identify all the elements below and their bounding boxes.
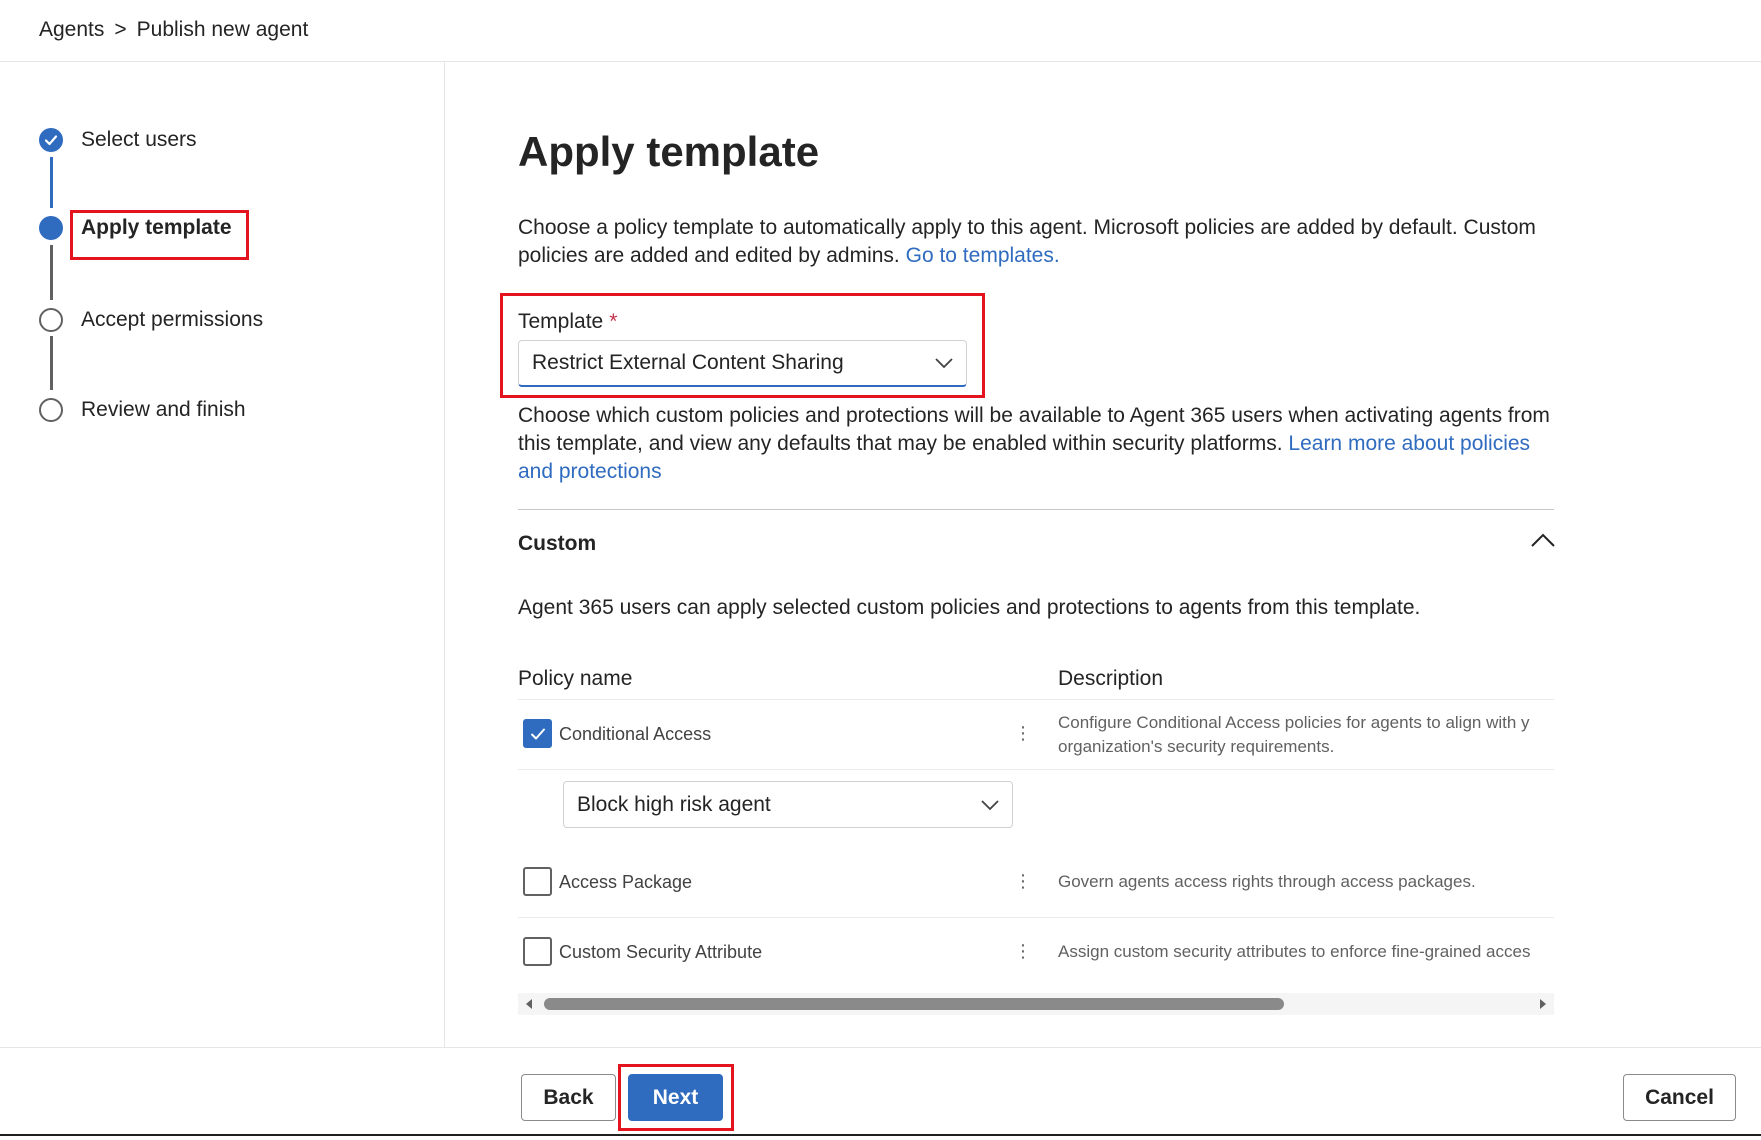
scroll-left-arrow-icon[interactable]	[524, 998, 534, 1010]
conditional-access-policy-dropdown[interactable]: Block high risk agent	[563, 781, 1013, 828]
step-apply-template[interactable]: Apply template	[39, 216, 232, 240]
step-review-and-finish[interactable]: Review and finish	[39, 398, 246, 422]
step-pending-icon	[39, 398, 63, 422]
highlight-current-step	[70, 210, 249, 260]
step-connector	[50, 157, 53, 208]
step-connector	[50, 336, 53, 390]
row-divider	[518, 769, 1554, 770]
step-label: Accept permissions	[81, 308, 264, 331]
policy-description-line: Govern agents access rights through acce…	[1058, 872, 1476, 891]
policy-description-line: organization's security requirements.	[1058, 737, 1335, 756]
highlight-next-button	[618, 1064, 734, 1131]
step-current-icon	[39, 216, 63, 240]
conditional-access-checkbox[interactable]	[523, 719, 552, 748]
custom-section-description: Agent 365 users can apply selected custo…	[518, 596, 1421, 619]
highlight-template-field	[500, 293, 985, 398]
policy-description: Configure Conditional Access policies fo…	[1058, 711, 1554, 759]
more-options-icon[interactable]: ⋮	[1014, 724, 1032, 742]
column-header-policy-name: Policy name	[518, 667, 633, 690]
step-label: Review and finish	[81, 398, 246, 421]
more-options-icon[interactable]: ⋮	[1014, 942, 1032, 960]
breadcrumb-separator: >	[114, 18, 127, 41]
template-help-text: Choose which custom policies and protect…	[518, 402, 1558, 486]
window-bottom-border	[0, 1134, 1761, 1136]
section-divider	[518, 509, 1554, 510]
step-label: Select users	[81, 128, 197, 151]
collapse-section-button[interactable]	[1530, 532, 1556, 552]
step-completed-icon	[39, 128, 63, 152]
policy-name: Conditional Access	[559, 724, 712, 744]
access-package-checkbox[interactable]	[523, 867, 552, 896]
horizontal-scrollbar[interactable]	[518, 993, 1554, 1015]
conditional-access-policy-value: Block high risk agent	[577, 792, 771, 816]
custom-security-attribute-checkbox[interactable]	[523, 937, 552, 966]
cancel-button[interactable]: Cancel	[1623, 1074, 1736, 1121]
go-to-templates-link[interactable]: Go to templates.	[906, 244, 1060, 267]
more-options-icon[interactable]: ⋮	[1014, 872, 1032, 890]
custom-section-title: Custom	[518, 532, 597, 555]
intro-text: Choose a policy template to automaticall…	[518, 214, 1558, 270]
step-pending-icon	[39, 308, 63, 332]
breadcrumb: Agents > Publish new agent	[39, 18, 308, 42]
policy-name: Access Package	[559, 872, 693, 892]
back-button[interactable]: Back	[521, 1074, 616, 1121]
policy-description-line: Assign custom security attributes to enf…	[1058, 942, 1531, 961]
step-accept-permissions[interactable]: Accept permissions	[39, 308, 263, 332]
column-header-description: Description	[1058, 667, 1164, 690]
breadcrumb-current: Publish new agent	[136, 18, 309, 41]
row-divider	[518, 917, 1554, 918]
scrollbar-thumb[interactable]	[544, 998, 1284, 1010]
policy-description-line: Configure Conditional Access policies fo…	[1058, 713, 1530, 732]
chevron-up-icon	[1531, 533, 1555, 547]
step-connector	[50, 245, 53, 300]
header-divider	[0, 61, 1761, 62]
header-row-divider	[518, 699, 1554, 700]
step-select-users[interactable]: Select users	[39, 128, 197, 152]
policy-name: Custom Security Attribute	[559, 942, 763, 962]
chevron-down-icon	[980, 793, 1000, 817]
scroll-right-arrow-icon[interactable]	[1538, 998, 1548, 1010]
page-title: Apply template	[518, 128, 820, 175]
policy-description: Assign custom security attributes to enf…	[1058, 940, 1554, 964]
footer-divider	[0, 1047, 1761, 1048]
breadcrumb-agents-link[interactable]: Agents	[39, 18, 104, 42]
checkmark-icon	[530, 728, 545, 739]
sidebar-divider	[444, 62, 445, 1047]
policy-description: Govern agents access rights through acce…	[1058, 870, 1554, 894]
